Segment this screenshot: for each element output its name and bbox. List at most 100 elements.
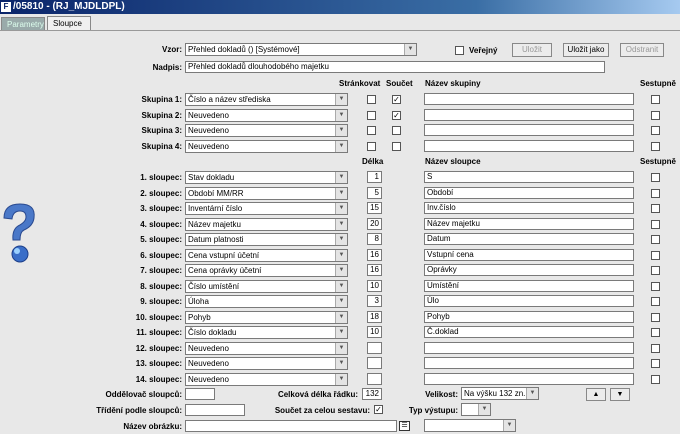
group-sestupne-checkbox[interactable] <box>651 126 660 135</box>
column-name-input[interactable]: Č.doklad <box>424 326 634 338</box>
column-select[interactable]: Neuvedeno ▼ <box>185 357 348 370</box>
group-label: Skupina 1: <box>141 95 182 104</box>
column-sestupne-checkbox[interactable] <box>651 235 660 244</box>
group-select[interactable]: Neuvedeno ▼ <box>185 108 348 122</box>
column-name-input[interactable] <box>424 372 634 385</box>
column-delka-input[interactable]: 1 <box>367 171 382 183</box>
column-name-input[interactable] <box>424 357 634 369</box>
group-name-input[interactable] <box>424 139 634 152</box>
column-select[interactable]: Datum platnosti ▼ <box>185 233 348 246</box>
column-name-input[interactable]: Název majetku <box>424 217 634 230</box>
save-as-button[interactable]: Uložit jako <box>563 43 609 57</box>
typ-vystupu-select[interactable]: ▼ <box>461 403 491 416</box>
column-select[interactable]: Cena vstupní účetní ▼ <box>185 248 348 262</box>
verejny-checkbox[interactable] <box>455 46 464 55</box>
chevron-down-icon: ▼ <box>335 218 347 230</box>
column-sestupne-checkbox[interactable] <box>651 374 660 384</box>
column-name-input[interactable]: Inv.číslo <box>424 202 634 214</box>
vzor-select-value: Přehled dokladů () [Systémové] <box>188 45 300 54</box>
column-delka-input[interactable]: 3 <box>367 295 382 307</box>
column-sestupne-checkbox[interactable] <box>651 266 660 275</box>
column-sestupne-checkbox[interactable] <box>651 343 660 353</box>
group-name-input[interactable] <box>424 108 634 121</box>
column-sestupne-checkbox[interactable] <box>651 312 660 322</box>
group-name-input[interactable] <box>424 93 634 105</box>
column-sestupne-checkbox[interactable] <box>651 297 660 306</box>
column-select[interactable]: Úloha ▼ <box>185 295 348 308</box>
column-delka-input[interactable] <box>367 357 382 369</box>
delete-button[interactable]: Odstranit <box>620 43 664 57</box>
group-soucet-checkbox[interactable] <box>392 141 401 151</box>
column-delka-input[interactable]: 16 <box>367 248 382 261</box>
column-delka-input[interactable]: 8 <box>367 233 382 245</box>
column-sestupne-checkbox[interactable] <box>651 328 660 337</box>
group-select[interactable]: Neuvedeno ▼ <box>185 139 348 153</box>
nadpis-input[interactable]: Přehled dokladů dlouhodobého majetku <box>185 61 605 73</box>
column-select[interactable]: Číslo umístění ▼ <box>185 279 348 293</box>
column-sestupne-checkbox[interactable] <box>651 359 660 368</box>
arrow-up-icon[interactable]: ▲ <box>586 388 606 401</box>
column-select[interactable]: Neuvedeno ▼ <box>185 341 348 355</box>
nazev-obrazku-input[interactable] <box>185 420 397 432</box>
group-sestupne-checkbox[interactable] <box>651 110 660 120</box>
column-select[interactable]: Cena oprávky účetní ▼ <box>185 264 348 277</box>
column-select[interactable]: Neuvedeno ▼ <box>185 372 348 386</box>
tab-parametry[interactable]: Parametry <box>1 17 45 31</box>
column-name-input[interactable]: Datum <box>424 233 634 245</box>
column-name-input[interactable]: Úlo <box>424 295 634 307</box>
column-name-input[interactable]: Oprávky <box>424 264 634 276</box>
help-question-icon[interactable] <box>0 200 40 266</box>
column-label: 11. sloupec: <box>136 328 182 337</box>
group-soucet-checkbox[interactable]: ✓ <box>392 110 401 120</box>
save-button[interactable]: Uložit <box>512 43 552 57</box>
group-sestupne-checkbox[interactable] <box>651 141 660 151</box>
group-strankovat-checkbox[interactable] <box>367 110 376 120</box>
group-strankovat-checkbox[interactable] <box>367 126 376 135</box>
column-delka-input[interactable]: 10 <box>367 279 382 292</box>
column-select[interactable]: Stav dokladu ▼ <box>185 171 348 184</box>
group-sestupne-checkbox[interactable] <box>651 95 660 104</box>
group-strankovat-checkbox[interactable] <box>367 141 376 151</box>
vzor-select[interactable]: Přehled dokladů () [Systémové] ▼ <box>185 43 417 56</box>
column-delka-input[interactable] <box>367 341 382 354</box>
column-sestupne-checkbox[interactable] <box>651 250 660 260</box>
column-select[interactable]: Inventární číslo ▼ <box>185 202 348 215</box>
column-delka-input[interactable]: 20 <box>367 217 382 230</box>
column-delka-input[interactable]: 5 <box>367 186 382 199</box>
oddelovac-input[interactable] <box>185 388 215 400</box>
chevron-down-icon: ▼ <box>335 203 347 214</box>
column-select[interactable]: Název majetku ▼ <box>185 217 348 231</box>
column-name-input[interactable] <box>424 341 634 354</box>
column-name-input[interactable]: S <box>424 171 634 183</box>
group-strankovat-checkbox[interactable] <box>367 95 376 104</box>
column-delka-input[interactable]: 16 <box>367 264 382 276</box>
list-icon[interactable]: ☰ <box>399 421 410 431</box>
group-soucet-checkbox[interactable] <box>392 126 401 135</box>
column-select[interactable]: Pohyb ▼ <box>185 310 348 324</box>
column-select[interactable]: Období MM/RR ▼ <box>185 186 348 200</box>
column-delka-input[interactable]: 18 <box>367 310 382 323</box>
group-soucet-checkbox[interactable]: ✓ <box>392 95 401 104</box>
column-name-input[interactable]: Umístění <box>424 279 634 292</box>
column-name-input[interactable]: Pohyb <box>424 310 634 323</box>
column-delka-input[interactable]: 15 <box>367 202 382 214</box>
group-select[interactable]: Neuvedeno ▼ <box>185 124 348 137</box>
arrow-down-icon[interactable]: ▼ <box>610 388 630 401</box>
group-name-input[interactable] <box>424 124 634 136</box>
group-select[interactable]: Číslo a název střediska ▼ <box>185 93 348 106</box>
soucet-sestavy-checkbox[interactable]: ✓ <box>374 405 383 414</box>
velikost-select[interactable]: Na výšku 132 zn. ▼ <box>461 387 539 400</box>
obrazek-select[interactable]: ▼ <box>424 419 516 432</box>
column-sestupne-checkbox[interactable] <box>651 188 660 198</box>
column-sestupne-checkbox[interactable] <box>651 281 660 291</box>
column-sestupne-checkbox[interactable] <box>651 173 660 182</box>
column-name-input[interactable]: Období <box>424 186 634 199</box>
trideni-input[interactable] <box>185 404 245 416</box>
tab-sloupce[interactable]: Sloupce <box>47 16 91 30</box>
column-delka-input[interactable] <box>367 372 382 385</box>
column-sestupne-checkbox[interactable] <box>651 204 660 213</box>
column-name-input[interactable]: Vstupní cena <box>424 248 634 261</box>
column-delka-input[interactable]: 10 <box>367 326 382 338</box>
column-select[interactable]: Číslo dokladu ▼ <box>185 326 348 339</box>
column-sestupne-checkbox[interactable] <box>651 219 660 229</box>
